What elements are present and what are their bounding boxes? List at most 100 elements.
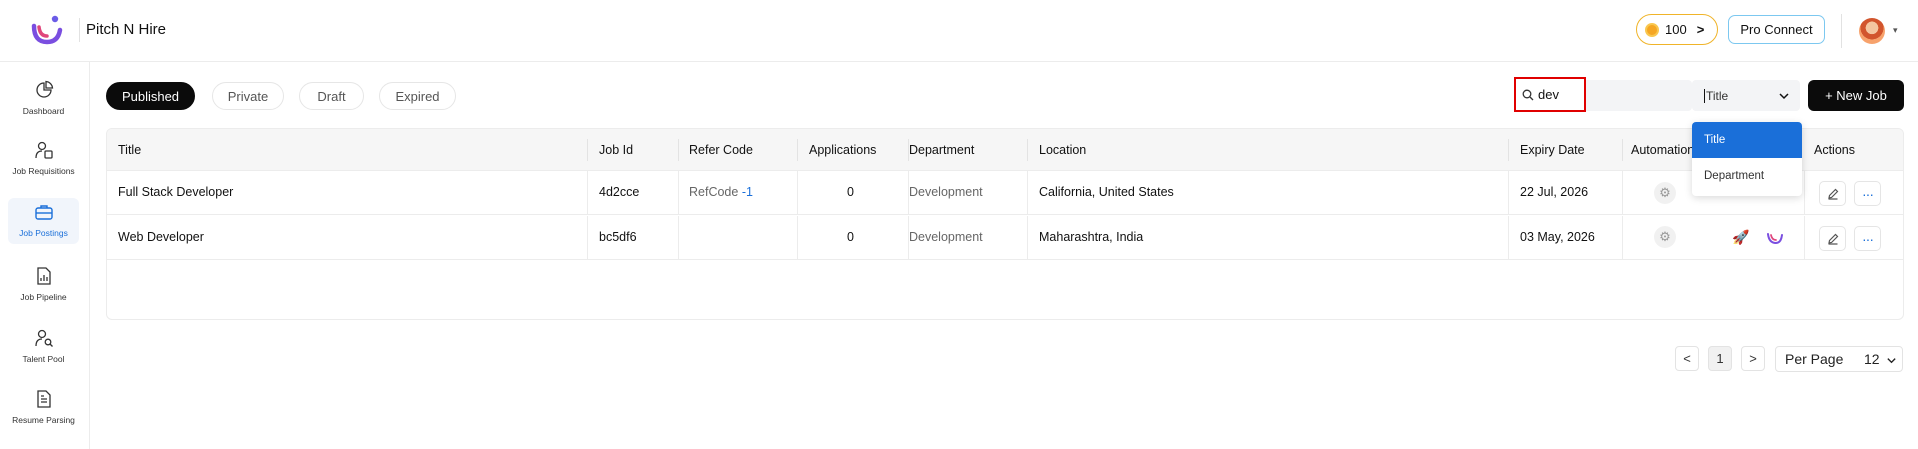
column-header-applications: Applications [809, 143, 877, 157]
per-page-label: Per Page [1785, 351, 1844, 367]
chevron-right-icon: > [1696, 22, 1705, 37]
search-filter-select[interactable]: Title [1692, 80, 1800, 111]
column-divider [1027, 139, 1028, 161]
search-input-value: dev [1538, 87, 1559, 102]
coins-button[interactable]: 100 > [1636, 14, 1718, 45]
avatar[interactable] [1859, 18, 1885, 44]
column-header-automation: Automation [1631, 143, 1695, 157]
cell-divider [1622, 216, 1623, 260]
brand-divider [79, 18, 80, 42]
applications-count[interactable]: 0 [847, 230, 854, 244]
sidebar-item-label: Dashboard [22, 106, 65, 116]
refer-code-label: RefCode [689, 185, 739, 199]
chevron-down-icon[interactable]: ▾ [1893, 25, 1898, 36]
automation-settings-icon[interactable]: ⚙ [1654, 182, 1676, 204]
cell-divider [678, 216, 679, 260]
column-header-expiry-date: Expiry Date [1520, 143, 1585, 157]
more-options-button[interactable]: ··· [1854, 181, 1881, 206]
pitch-n-hire-share-icon[interactable] [1766, 231, 1784, 245]
cell-divider [1508, 171, 1509, 215]
search-input[interactable]: dev [1514, 77, 1586, 112]
edit-button[interactable] [1819, 181, 1846, 206]
cell-divider [587, 171, 588, 215]
cell-divider [797, 171, 798, 215]
more-dots-icon: ··· [1862, 230, 1874, 247]
chevron-down-icon [1779, 93, 1789, 100]
new-job-button[interactable]: + New Job [1808, 80, 1904, 111]
filter-option-department[interactable]: Department [1692, 158, 1802, 194]
column-header-location: Location [1039, 143, 1087, 157]
sidebar-item-label: Job Requisitions [12, 166, 75, 176]
cell-divider [1804, 216, 1805, 260]
text-cursor [1704, 88, 1705, 103]
filter-option-title[interactable]: Title [1692, 122, 1802, 158]
coins-count: 100 [1665, 22, 1687, 37]
search-input-extension[interactable] [1586, 80, 1692, 111]
per-page-value: 12 [1864, 351, 1880, 367]
table-row[interactable]: Web Developer bc5df6 0 Development Mahar… [107, 216, 1903, 260]
job-title[interactable]: Web Developer [118, 230, 204, 244]
job-title[interactable]: Full Stack Developer [118, 185, 233, 199]
search-filter-dropdown: Title Department [1692, 122, 1802, 196]
column-divider [797, 139, 798, 161]
table-header: Title Job Id Refer Code Applications Dep… [107, 129, 1903, 171]
sidebar-item-label: Job Pipeline [20, 292, 67, 302]
sidebar-item-job-postings[interactable]: Job Postings [8, 198, 79, 244]
page-1-button[interactable]: 1 [1708, 346, 1732, 371]
search-filter-value: Title [1706, 88, 1729, 103]
column-header-title: Title [118, 143, 142, 157]
pencil-icon [1827, 233, 1838, 245]
brand-name: Pitch N Hire [86, 21, 167, 38]
job-postings-table: Title Job Id Refer Code Applications Dep… [106, 128, 1904, 320]
next-page-button[interactable]: > [1741, 346, 1765, 371]
top-bar: Pitch N Hire 100 > Pro Connect ▾ [0, 0, 1918, 62]
more-dots-icon: ··· [1862, 185, 1874, 202]
column-header-job-id: Job Id [599, 143, 634, 157]
prev-page-button[interactable]: < [1675, 346, 1699, 371]
pencil-icon [1827, 188, 1838, 200]
sidebar-item-resume-parsing[interactable]: Resume Parsing [8, 385, 79, 445]
header-divider [1841, 14, 1842, 48]
rocket-icon[interactable]: 🚀 [1732, 229, 1749, 246]
tab-draft[interactable]: Draft [299, 82, 364, 110]
tab-expired[interactable]: Expired [379, 82, 456, 110]
pro-connect-button[interactable]: Pro Connect [1728, 15, 1825, 44]
applications-count[interactable]: 0 [847, 185, 854, 199]
sidebar-item-talent-pool[interactable]: Talent Pool [8, 324, 79, 370]
cell-divider [1508, 216, 1509, 260]
pie-chart-icon [35, 80, 53, 98]
location: Maharashtra, India [1039, 230, 1144, 244]
automation-settings-icon[interactable]: ⚙ [1654, 226, 1676, 248]
column-divider [587, 139, 588, 161]
document-icon [36, 390, 51, 408]
table-row[interactable]: Full Stack Developer 4d2cce RefCode -1 0… [107, 171, 1903, 215]
expiry-date: 03 May, 2026 [1520, 230, 1595, 244]
user-search-icon [34, 329, 53, 347]
column-header-department: Department [909, 143, 975, 157]
pitch-n-hire-logo[interactable] [30, 14, 64, 46]
sidebar: Dashboard Job Requisitions Job Postings … [0, 62, 90, 449]
sidebar-item-label: Talent Pool [22, 354, 65, 364]
user-file-icon [34, 141, 53, 159]
cell-divider [1027, 216, 1028, 260]
column-header-refer-code: Refer Code [689, 143, 753, 157]
sidebar-item-dashboard[interactable]: Dashboard [8, 76, 79, 124]
column-divider [678, 139, 679, 161]
edit-button[interactable] [1819, 226, 1846, 251]
tab-published[interactable]: Published [106, 82, 195, 110]
sidebar-item-job-requisitions[interactable]: Job Requisitions [8, 136, 79, 196]
expiry-date: 22 Jul, 2026 [1520, 185, 1589, 199]
refer-code[interactable]: RefCode -1 [689, 185, 753, 199]
tab-private[interactable]: Private [212, 82, 284, 110]
department: Development [909, 230, 983, 244]
briefcase-icon [34, 205, 53, 220]
refer-code-count: -1 [741, 185, 753, 199]
job-id: 4d2cce [599, 185, 640, 199]
more-options-button[interactable]: ··· [1854, 226, 1881, 251]
chart-file-icon [36, 267, 51, 285]
chevron-down-icon [1887, 358, 1896, 364]
location: California, United States [1039, 185, 1174, 199]
sidebar-item-job-pipeline[interactable]: Job Pipeline [8, 262, 79, 308]
coin-icon [1645, 22, 1659, 37]
per-page-select[interactable]: Per Page 12 [1775, 346, 1903, 372]
